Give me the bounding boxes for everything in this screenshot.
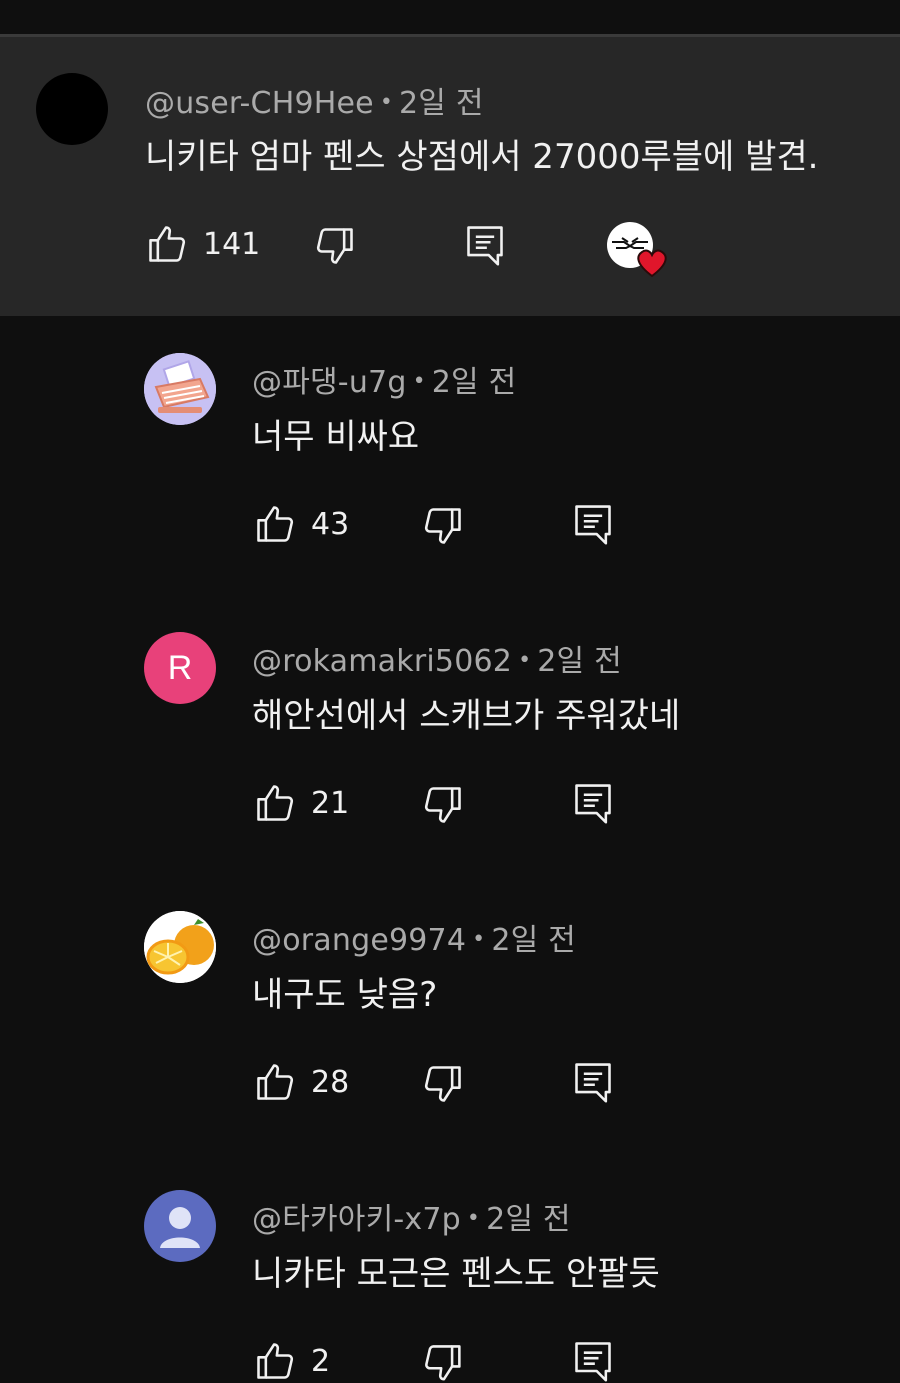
comment-meta: @rokamakri5062 • 2일 전 bbox=[252, 636, 622, 680]
dislike-button[interactable] bbox=[313, 224, 357, 268]
reply-icon bbox=[575, 1342, 611, 1382]
avatar[interactable] bbox=[36, 73, 108, 145]
comment-meta: @타카아키-x7p • 2일 전 bbox=[252, 1194, 571, 1238]
reply-icon bbox=[575, 1063, 611, 1103]
comment-time[interactable]: 2일 전 bbox=[486, 1202, 571, 1237]
creator-heart-badge bbox=[606, 220, 672, 278]
like-button[interactable]: 141 bbox=[145, 222, 260, 266]
like-count: 2 bbox=[311, 1343, 331, 1379]
like-button[interactable]: 21 bbox=[253, 781, 349, 825]
orange-avatar-icon bbox=[144, 911, 216, 983]
comment-time[interactable]: 2일 전 bbox=[537, 644, 622, 679]
comment-text: 해안선에서 스캐브가 주워갔네 bbox=[252, 696, 681, 736]
reply-icon bbox=[575, 505, 611, 545]
reply-button[interactable] bbox=[463, 222, 507, 268]
like-count: 141 bbox=[203, 226, 261, 262]
comment-meta: @파댕-u7g • 2일 전 bbox=[252, 357, 516, 401]
dislike-button[interactable] bbox=[421, 1062, 465, 1106]
avatar[interactable] bbox=[144, 911, 216, 983]
comment-time[interactable]: 2일 전 bbox=[491, 923, 576, 958]
comment-time[interactable]: 2일 전 bbox=[432, 365, 517, 400]
thumbs-up-icon bbox=[257, 506, 294, 542]
dislike-button[interactable] bbox=[421, 1341, 465, 1381]
thumbs-down-icon bbox=[425, 1345, 461, 1381]
reply-button[interactable] bbox=[571, 1059, 615, 1105]
comment-text: 너무 비싸요 bbox=[252, 417, 420, 457]
thumbs-up-icon bbox=[149, 226, 186, 262]
thumbs-down-icon bbox=[424, 508, 461, 544]
comment-text: 니카타 모근은 펜스도 안팔듯 bbox=[252, 1254, 660, 1294]
like-button[interactable]: 2 bbox=[253, 1339, 330, 1383]
like-button[interactable]: 43 bbox=[253, 502, 349, 546]
avatar-letter: R bbox=[167, 648, 193, 687]
top-divider bbox=[0, 0, 900, 37]
thumbs-up-icon bbox=[257, 785, 294, 821]
like-count: 28 bbox=[311, 1064, 350, 1100]
separator-dot: • bbox=[466, 1206, 481, 1231]
reply-button[interactable] bbox=[571, 501, 615, 547]
dislike-button[interactable] bbox=[421, 504, 465, 548]
author-handle[interactable]: @파댕-u7g bbox=[252, 365, 407, 400]
like-button[interactable]: 28 bbox=[253, 1060, 349, 1104]
comment-meta: @user-CH9Hee • 2일 전 bbox=[145, 78, 484, 122]
comment-text: 내구도 낮음? bbox=[252, 975, 438, 1015]
avatar[interactable] bbox=[144, 353, 216, 425]
separator-dot: • bbox=[518, 648, 532, 673]
comment-time[interactable]: 2일 전 bbox=[399, 86, 484, 121]
reply-icon bbox=[467, 226, 503, 266]
thumbs-up-icon bbox=[257, 1343, 294, 1379]
separator-dot: • bbox=[412, 369, 426, 394]
reply-icon bbox=[575, 784, 611, 824]
like-count: 43 bbox=[311, 506, 350, 542]
author-handle[interactable]: @orange9974 bbox=[252, 923, 466, 958]
author-handle[interactable]: @rokamakri5062 bbox=[252, 644, 512, 679]
separator-dot: • bbox=[472, 927, 486, 952]
like-count: 21 bbox=[311, 785, 350, 821]
comment-meta: @orange9974 • 2일 전 bbox=[252, 915, 576, 959]
author-handle[interactable]: @타카아키-x7p bbox=[252, 1202, 461, 1237]
thumbs-down-icon bbox=[424, 1066, 461, 1102]
comment-text: 니키타 엄마 펜스 상점에서 27000루블에 발견. bbox=[145, 137, 819, 177]
avatar[interactable]: R bbox=[144, 632, 216, 704]
typewriter-avatar-icon bbox=[144, 353, 216, 425]
thumbs-down-icon bbox=[316, 228, 353, 264]
default-person-icon bbox=[160, 1207, 200, 1248]
thumbs-up-icon bbox=[257, 1064, 294, 1100]
thumbs-down-icon bbox=[424, 787, 461, 823]
author-handle[interactable]: @user-CH9Hee bbox=[145, 86, 374, 121]
dislike-button[interactable] bbox=[421, 783, 465, 827]
reply-button[interactable] bbox=[571, 780, 615, 826]
creator-heart-icon bbox=[607, 222, 667, 278]
avatar[interactable] bbox=[144, 1190, 216, 1262]
separator-dot: • bbox=[379, 90, 393, 115]
reply-button[interactable] bbox=[571, 1338, 615, 1382]
